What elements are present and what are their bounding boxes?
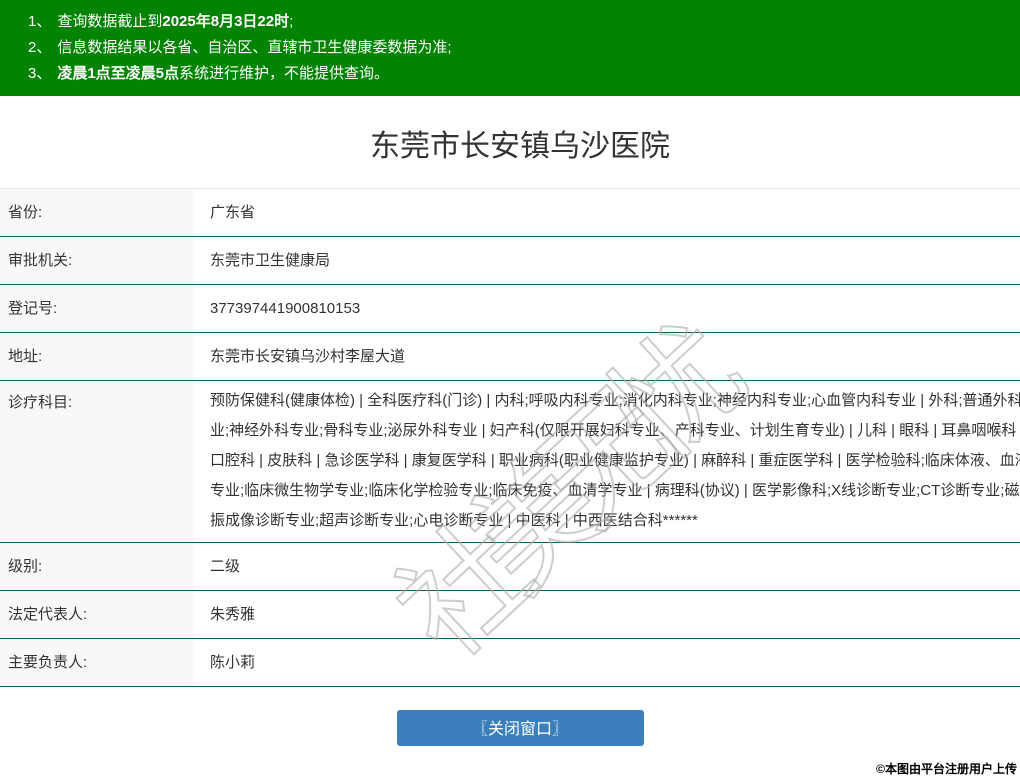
notice-bold-text: 凌晨1点至凌晨5点 xyxy=(57,65,180,82)
row-label: 主要负责人: xyxy=(0,639,193,686)
row-label: 登记号: xyxy=(0,285,193,332)
notice-banner: 1、 查询数据截止到2025年8月3日22时; 2、 信息数据结果以各省、自治区、直… xyxy=(0,0,1020,96)
close-window-button[interactable]: 〖关闭窗口〗 xyxy=(396,710,644,746)
row-value: 377397441900810153 xyxy=(210,300,361,317)
info-row-address: 地址: 东莞市长安镇乌沙村李屋大道 xyxy=(0,333,1020,381)
row-value: 陈小莉 xyxy=(210,654,256,671)
row-label: 审批机关: xyxy=(0,237,193,284)
info-row-registration-number: 登记号: 377397441900810153 xyxy=(0,285,1020,333)
info-row-legal-representative: 法定代表人: 朱秀雅 xyxy=(0,591,1020,639)
upload-credit-text: ©本图由平台注册用户上传 xyxy=(876,762,1017,776)
notice-item-1: 1、 查询数据截止到2025年8月3日22时; xyxy=(0,9,1020,35)
row-label: 级别: xyxy=(0,543,193,590)
row-label: 法定代表人: xyxy=(0,591,193,638)
row-label: 地址: xyxy=(0,333,193,380)
notice-text: 信息数据结果以各省、自治区、直辖市卫生健康委数据为准; xyxy=(57,39,452,56)
info-row-main-person-in-charge: 主要负责人: 陈小莉 xyxy=(0,639,1020,687)
row-value: 朱秀雅 xyxy=(210,606,256,623)
row-label: 省份: xyxy=(0,189,193,236)
notice-item-3: 3、 凌晨1点至凌晨5点系统进行维护，不能提供查询。 xyxy=(0,61,1020,87)
notice-number: 1、 xyxy=(28,13,52,30)
info-row-level: 级别: 二级 xyxy=(0,543,1020,591)
row-value: 东莞市卫生健康局 xyxy=(210,252,331,269)
row-value: 二级 xyxy=(210,558,241,575)
row-value: 东莞市长安镇乌沙村李屋大道 xyxy=(210,348,406,365)
notice-bold-text: 2025年8月3日22时 xyxy=(162,13,290,30)
hospital-info-table: 省份: 广东省 审批机关: 东莞市卫生健康局 登记号: 377397441900… xyxy=(0,188,1020,687)
notice-text: 系统进行维护，不能提供查询。 xyxy=(179,65,390,82)
info-row-province: 省份: 广东省 xyxy=(0,189,1020,237)
main-content: 东莞市长安镇乌沙医院 省份: 广东省 审批机关: 东莞市卫生健康局 登记号: 3… xyxy=(0,129,1020,746)
notice-number: 3、 xyxy=(28,65,52,82)
row-value: 广东省 xyxy=(210,204,256,221)
page-title: 东莞市长安镇乌沙医院 xyxy=(370,130,670,163)
notice-text: ; xyxy=(289,13,294,30)
info-row-medical-subjects: 诊疗科目: 预防保健科(健康体检) | 全科医疗科(门诊) | 内科;呼吸内科专… xyxy=(0,381,1020,543)
notice-item-2: 2、 信息数据结果以各省、自治区、直辖市卫生健康委数据为准; xyxy=(0,35,1020,61)
notice-text: 查询数据截止到 xyxy=(57,13,163,30)
row-label: 诊疗科目: xyxy=(0,381,193,542)
row-value: 预防保健科(健康体检) | 全科医疗科(门诊) | 内科;呼吸内科专业;消化内科… xyxy=(210,392,1020,529)
info-row-approval-authority: 审批机关: 东莞市卫生健康局 xyxy=(0,237,1020,285)
notice-number: 2、 xyxy=(28,39,52,56)
